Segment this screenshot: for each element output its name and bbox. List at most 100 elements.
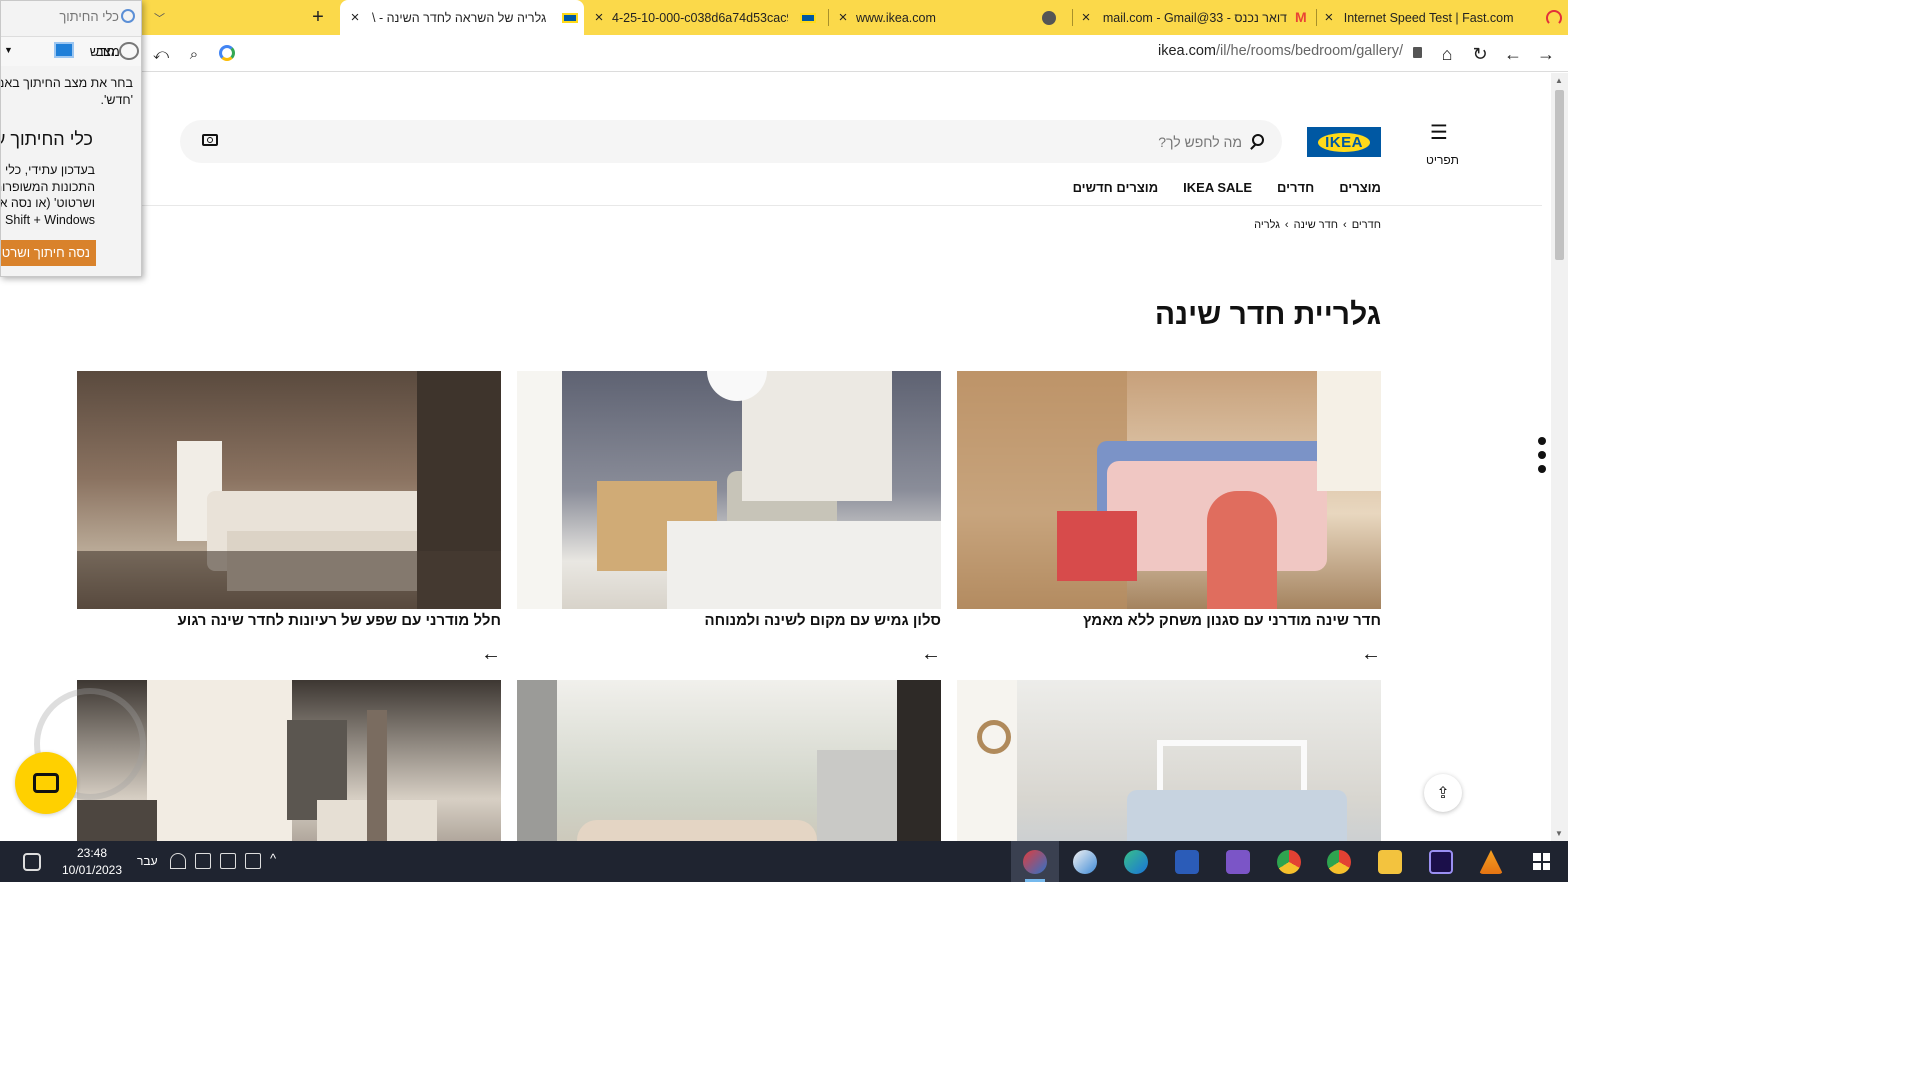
file-explorer-icon[interactable]	[1378, 850, 1402, 874]
url-path: /il/he/rooms/bedroom/gallery/	[1216, 43, 1403, 59]
mode-icon[interactable]	[54, 42, 74, 58]
card-title[interactable]: חלל מודרני עם שפע של רעיונות לחדר שינה ר…	[178, 612, 501, 629]
close-tab-icon[interactable]: ×	[1322, 9, 1336, 26]
bedroom-photo[interactable]	[957, 680, 1381, 841]
chrome-profile-icon[interactable]	[1327, 850, 1351, 874]
hamburger-menu-icon[interactable]: ☰	[1430, 120, 1448, 145]
dropdown-arrow-icon[interactable]: ▼	[4, 45, 13, 55]
home-icon[interactable]: ⌂	[1434, 41, 1460, 67]
nav-rooms[interactable]: חדרים	[1277, 180, 1314, 195]
bedroom-photo[interactable]	[517, 680, 941, 841]
wifi-icon[interactable]	[170, 853, 186, 869]
gallery-card[interactable]: סלון גמיש עם מקום לשינה ולמנוחה ←	[517, 371, 941, 665]
url-text: ikea.com/il/he/rooms/bedroom/gallery/	[1158, 43, 1403, 59]
chat-button[interactable]	[15, 752, 77, 814]
date: 10/01/2023	[61, 863, 123, 877]
nav-products[interactable]: מוצרים	[1339, 180, 1381, 195]
vlc-icon[interactable]	[1479, 850, 1503, 874]
chevron-up-icon[interactable]: ^	[270, 851, 286, 867]
snip-description: בחר את מצב החיתוך באמצעות 'חדש'.	[1, 75, 133, 109]
snip-body: בעדכון עתידי, כלי החיתוך התכונות המשופרו…	[1, 162, 95, 228]
zoom-icon[interactable]: ⌕	[181, 41, 207, 67]
new-tab-button[interactable]: +	[306, 0, 330, 35]
tab-fast[interactable]: × Internet Speed Test | Fast.com	[1322, 0, 1562, 35]
battery-icon[interactable]	[195, 853, 211, 869]
edge-icon[interactable]	[1124, 850, 1148, 874]
card-title[interactable]: סלון גמיש עם מקום לשינה ולמנוחה	[704, 612, 941, 629]
snipping-tool-icon[interactable]	[1023, 850, 1047, 874]
google-icon[interactable]	[219, 45, 235, 61]
tab-list-chevron-icon[interactable]: ﹀	[154, 0, 172, 35]
divider	[142, 205, 1542, 206]
gallery-card[interactable]	[957, 680, 1381, 841]
globe-icon	[1042, 10, 1056, 25]
modern-bedroom-photo[interactable]	[77, 371, 501, 609]
notifications-icon[interactable]	[23, 853, 41, 871]
close-tab-icon[interactable]: ×	[348, 9, 362, 26]
close-tab-icon[interactable]: ×	[592, 9, 606, 26]
forward-icon[interactable]: →	[1533, 41, 1559, 67]
logo-text: IKEA	[1318, 132, 1370, 152]
clock[interactable]: 23:48 10/01/2023	[60, 845, 124, 879]
share-button[interactable]: ⇪	[1424, 774, 1462, 812]
vertical-scrollbar[interactable]: ▲ ▼	[1551, 73, 1568, 841]
close-tab-icon[interactable]: ×	[1079, 9, 1093, 26]
breadcrumb-separator: ›	[1284, 219, 1289, 231]
try-snip-sketch-button[interactable]: נסה חיתוך ושרטוט	[1, 240, 96, 266]
arrow-left-icon[interactable]: ←	[481, 643, 501, 666]
visual-studio-icon[interactable]	[1226, 850, 1250, 874]
living-room-photo[interactable]	[517, 371, 941, 609]
lock-icon[interactable]	[1413, 46, 1422, 58]
menu-label[interactable]: תפריט	[1426, 153, 1459, 167]
language-indicator[interactable]: עבר	[137, 854, 158, 868]
camera-icon[interactable]	[202, 134, 218, 146]
snip-toolbar: חדש מצב ▼	[1, 36, 141, 66]
share-page-icon[interactable]: ⤺	[148, 41, 174, 67]
arrow-left-icon[interactable]: ←	[921, 643, 941, 666]
snip-title: כלי החיתוך	[59, 9, 119, 24]
arrow-left-icon[interactable]: ←	[1361, 643, 1381, 666]
display-icon[interactable]	[220, 853, 236, 869]
tab-ikea-image[interactable]: × 4-25-10-000-c038d6a74d53cac9	[592, 0, 824, 35]
premiere-icon[interactable]	[1429, 850, 1453, 874]
scroll-up-icon[interactable]: ▲	[1555, 76, 1563, 85]
search-icon[interactable]	[1252, 134, 1264, 146]
scroll-down-icon[interactable]: ▼	[1555, 829, 1563, 838]
tab-ikea-home[interactable]: × www.ikea.com	[836, 0, 1064, 35]
gallery-card[interactable]	[517, 680, 941, 841]
scroll-thumb[interactable]	[1555, 90, 1564, 260]
snip-heading: כלי החיתוך עובר	[1, 129, 93, 149]
more-options-button[interactable]	[1538, 437, 1548, 479]
word-icon[interactable]	[1175, 850, 1199, 874]
dot-icon	[1538, 451, 1546, 459]
url-field[interactable]: ikea.com/il/he/rooms/bedroom/gallery/	[1158, 43, 1422, 59]
close-tab-icon[interactable]: ×	[836, 9, 850, 26]
search-bar[interactable]	[180, 120, 1282, 163]
bedroom-photo[interactable]	[957, 371, 1381, 609]
device-icon[interactable]	[245, 853, 261, 869]
gallery-card[interactable]: חדר שינה מודרני עם סגנון משחק ללא מאמץ ←	[957, 371, 1381, 665]
chat-icon	[33, 773, 59, 793]
tab-gallery[interactable]: × גלריה של השראה לחדר השינה - \	[340, 0, 584, 35]
mode-button[interactable]: מצב	[96, 44, 120, 59]
paint-icon[interactable]	[1073, 850, 1097, 874]
card-title[interactable]: חדר שינה מודרני עם סגנון משחק ללא מאמץ	[1083, 612, 1381, 629]
tab-title: דואר נכנס - 33@gmail.com - Gmail	[1103, 10, 1287, 25]
page-title: גלריית חדר שינה	[1154, 298, 1381, 331]
nav-sale[interactable]: IKEA SALE	[1183, 180, 1252, 195]
tab-gmail[interactable]: × דואר נכנס - 33@gmail.com - Gmail	[1079, 0, 1315, 35]
upload-icon: ⇪	[1436, 785, 1450, 802]
gallery-card[interactable]: חלל מודרני עם שפע של רעיונות לחדר שינה ר…	[77, 371, 501, 665]
gmail-icon	[1295, 9, 1311, 25]
back-icon[interactable]: ←	[1500, 41, 1526, 67]
search-input[interactable]	[342, 131, 1242, 153]
nav-new-products[interactable]: מוצרים חדשים	[1073, 180, 1159, 195]
chrome-icon[interactable]	[1277, 850, 1301, 874]
ikea-logo[interactable]: IKEA	[1307, 127, 1381, 157]
breadcrumb-bedroom[interactable]: חדר שינה	[1294, 219, 1338, 231]
windows-start-icon[interactable]	[1533, 853, 1550, 870]
new-snip-icon[interactable]	[119, 42, 139, 60]
web-page: ☰ תפריט IKEA מוצרים חדרים IKEA SALE מוצר…	[0, 73, 1551, 841]
breadcrumb-rooms[interactable]: חדרים	[1352, 219, 1381, 231]
refresh-icon[interactable]: ↻	[1467, 41, 1493, 67]
